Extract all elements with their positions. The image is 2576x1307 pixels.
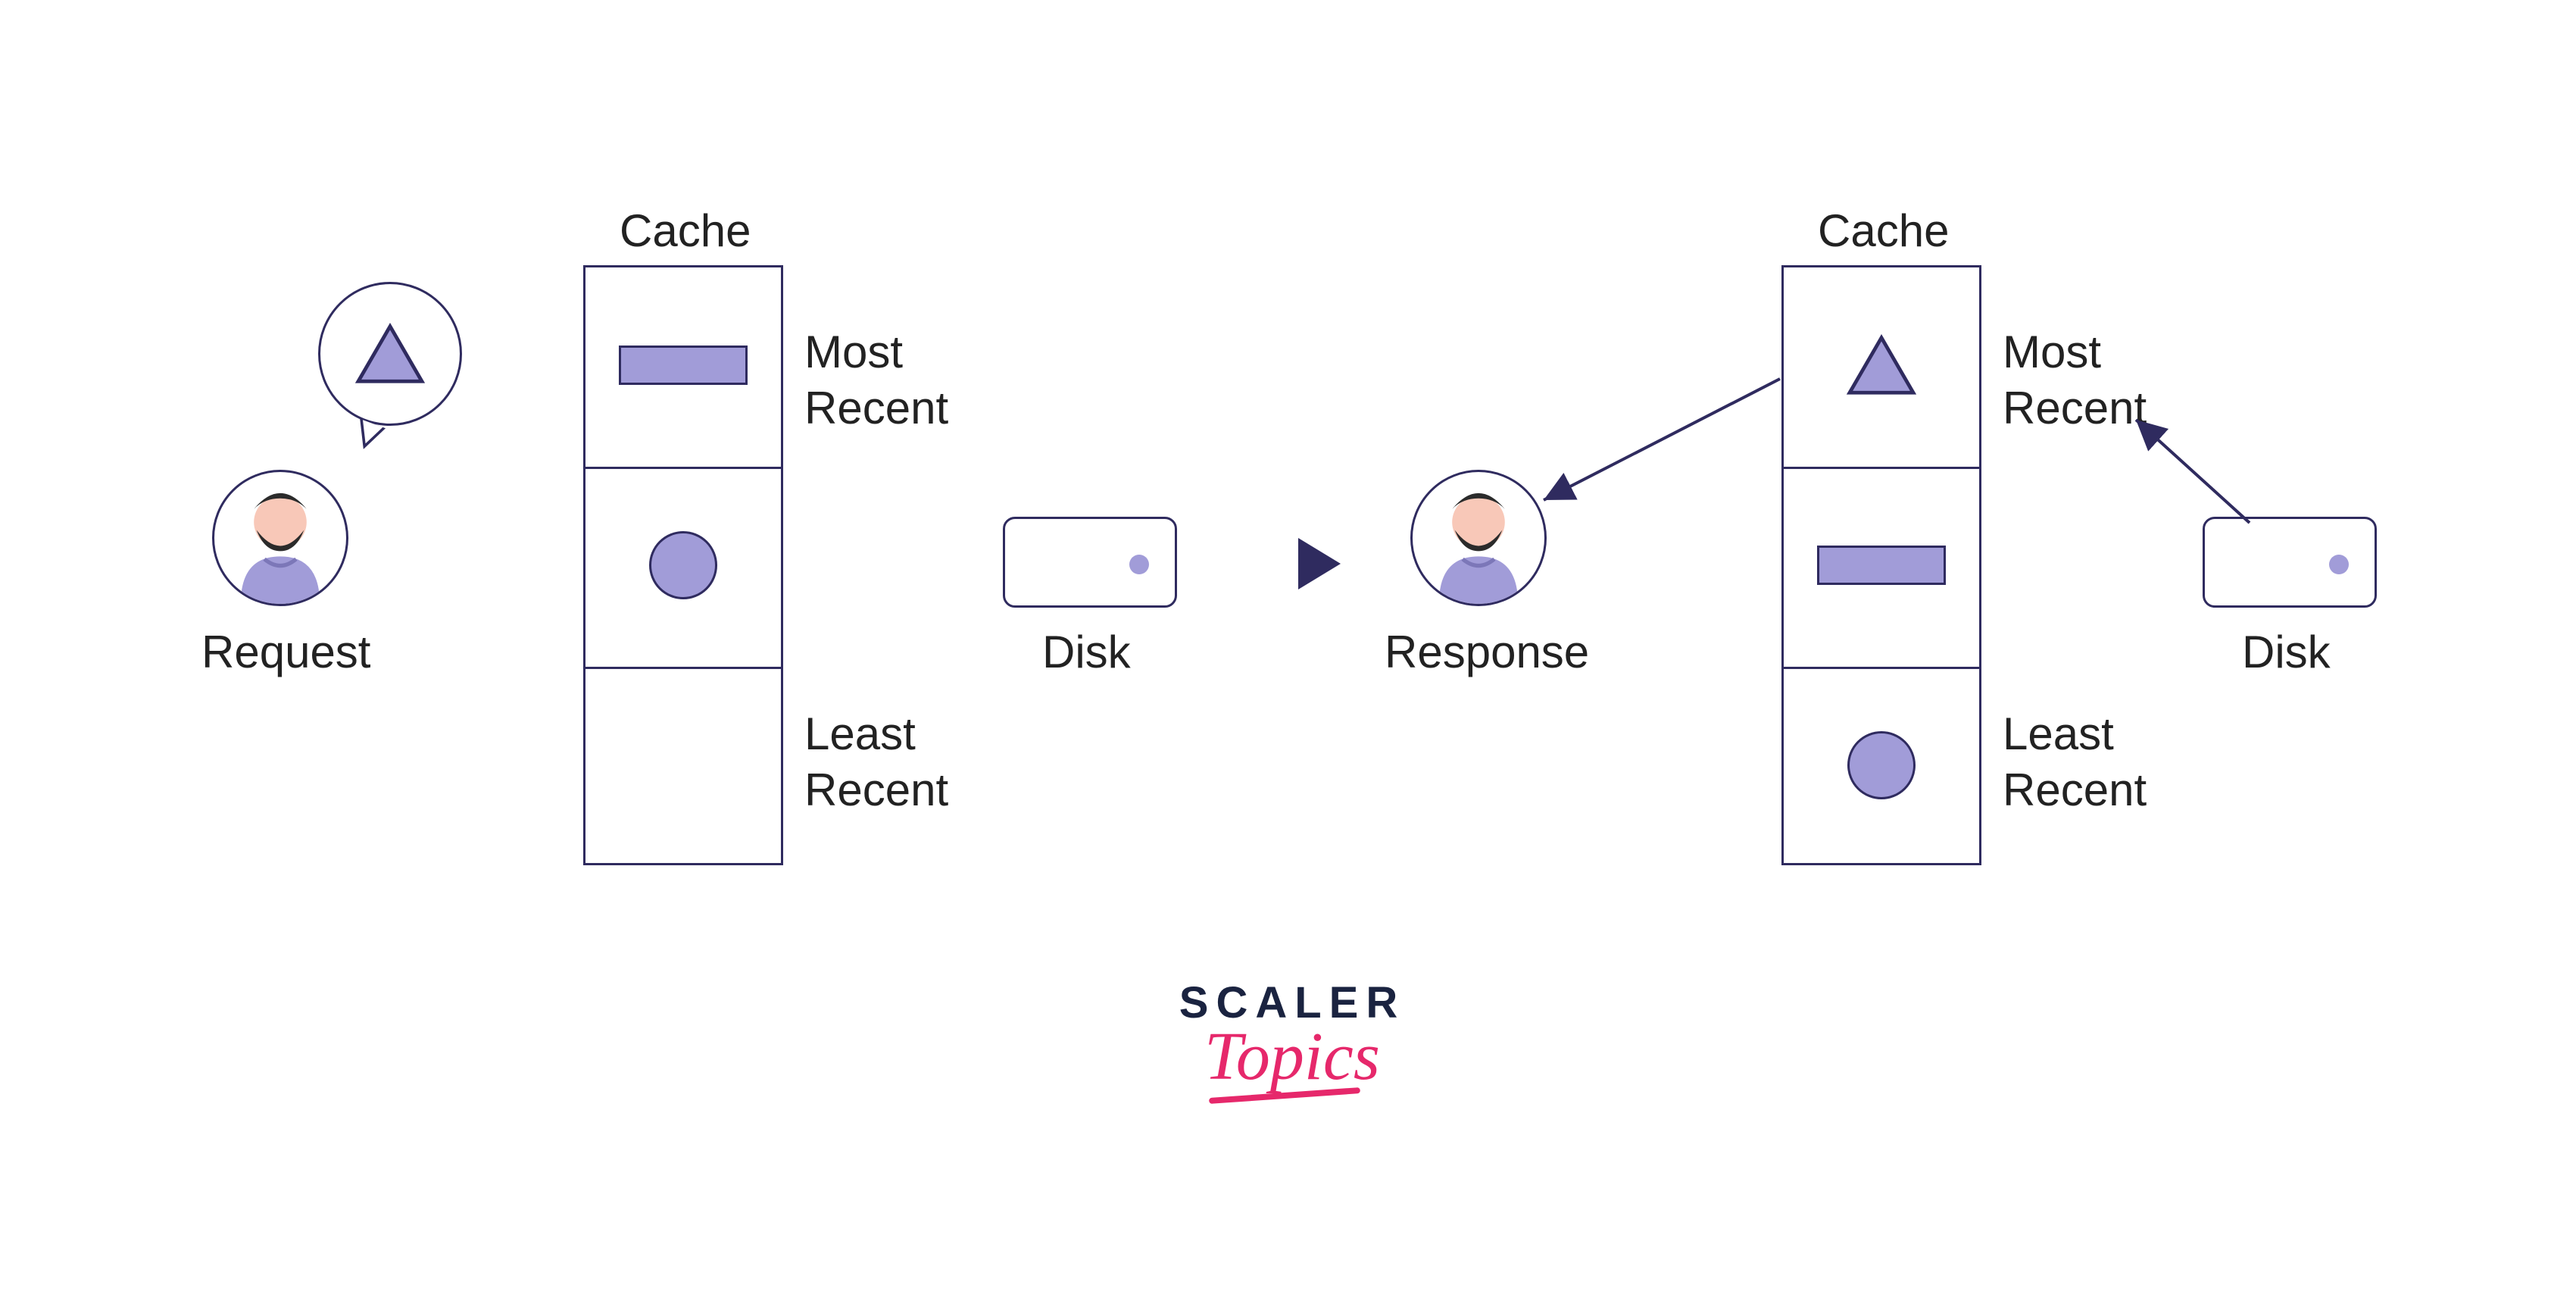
user-avatar-left bbox=[212, 470, 348, 606]
scaler-topics-logo: SCALER Topics bbox=[1171, 977, 1413, 1096]
circle-shape bbox=[649, 531, 717, 599]
most-recent-left-2: Recent bbox=[804, 382, 948, 434]
least-recent-right-2: Recent bbox=[2003, 764, 2147, 816]
response-label: Response bbox=[1385, 626, 1589, 678]
cache-title-right: Cache bbox=[1818, 205, 1949, 257]
rectangle-shape bbox=[1817, 546, 1946, 585]
least-recent-right-1: Least bbox=[2003, 708, 2114, 760]
least-recent-left-2: Recent bbox=[804, 764, 948, 816]
disk-dot-icon bbox=[2329, 555, 2349, 574]
play-arrow-icon bbox=[1298, 538, 1341, 589]
cache-slot-left-1 bbox=[583, 465, 783, 665]
arrow-cache-to-user bbox=[1530, 371, 1788, 515]
rectangle-shape bbox=[619, 346, 748, 385]
disk-label-left: Disk bbox=[1042, 626, 1131, 678]
triangle-shape bbox=[1845, 333, 1918, 397]
request-label: Request bbox=[201, 626, 370, 678]
cache-slot-right-0 bbox=[1781, 265, 1981, 465]
most-recent-right-1: Most bbox=[2003, 326, 2101, 378]
least-recent-left-1: Least bbox=[804, 708, 916, 760]
cache-slot-left-2 bbox=[583, 665, 783, 865]
cache-slot-left-0 bbox=[583, 265, 783, 465]
logo-sub: Topics bbox=[1171, 1018, 1413, 1096]
triangle-icon bbox=[354, 322, 426, 386]
cache-slot-right-1 bbox=[1781, 465, 1981, 665]
cache-title-left: Cache bbox=[620, 205, 751, 257]
diagram-canvas: Request Cache Most Recent Least Recent D… bbox=[0, 0, 2576, 1307]
request-speech-bubble bbox=[318, 282, 462, 426]
disk-dot-icon bbox=[1129, 555, 1149, 574]
circle-shape bbox=[1847, 731, 1916, 799]
arrow-disk-to-most-recent bbox=[2121, 409, 2265, 530]
disk-left bbox=[1003, 517, 1177, 608]
most-recent-left-1: Most bbox=[804, 326, 903, 378]
user-avatar-right bbox=[1410, 470, 1547, 606]
disk-right bbox=[2203, 517, 2377, 608]
disk-label-right: Disk bbox=[2242, 626, 2331, 678]
cache-slot-right-2 bbox=[1781, 665, 1981, 865]
